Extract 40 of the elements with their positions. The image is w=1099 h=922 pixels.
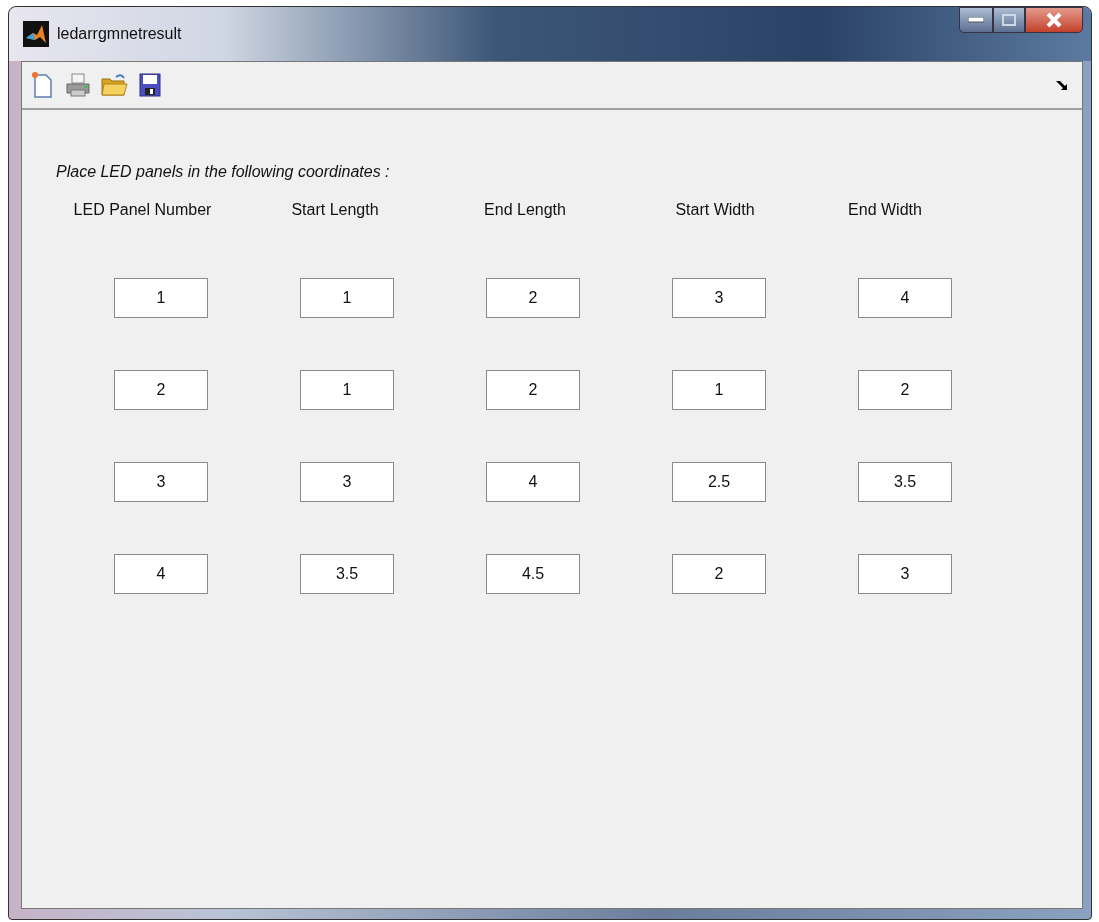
arrow-icon (1055, 79, 1069, 91)
value-field[interactable]: 2 (114, 370, 208, 410)
column-header: Start Width (674, 200, 756, 220)
value-field[interactable]: 1 (300, 370, 394, 410)
column-header: End Length (483, 200, 567, 220)
column-header: Start Length (290, 200, 380, 220)
close-button[interactable] (1025, 7, 1083, 33)
new-file-icon (30, 71, 54, 99)
value-field[interactable]: 1 (672, 370, 766, 410)
window-title: ledarrgmnetresult (57, 24, 182, 44)
instruction-text: Place LED panels in the following coordinates : (56, 162, 391, 182)
value-field[interactable]: 1 (300, 278, 394, 318)
value-field[interactable]: 3 (858, 554, 952, 594)
value-field[interactable]: 2 (486, 278, 580, 318)
value-field[interactable]: 4.5 (486, 554, 580, 594)
close-icon (1045, 12, 1063, 28)
value-field[interactable]: 3 (300, 462, 394, 502)
value-field[interactable]: 1 (114, 278, 208, 318)
value-field[interactable]: 2 (858, 370, 952, 410)
value-field[interactable]: 4 (114, 554, 208, 594)
minimize-icon (968, 17, 984, 23)
value-field[interactable]: 2 (486, 370, 580, 410)
value-field[interactable]: 2.5 (672, 462, 766, 502)
value-field[interactable]: 4 (858, 278, 952, 318)
value-field[interactable]: 3.5 (858, 462, 952, 502)
printer-icon (65, 72, 91, 98)
floppy-disk-button[interactable] (136, 70, 164, 100)
column-header: LED Panel Number (72, 200, 213, 220)
folder-icon (100, 72, 128, 98)
value-field[interactable]: 2 (672, 554, 766, 594)
value-field[interactable]: 3 (114, 462, 208, 502)
app-icon (23, 21, 49, 47)
column-header: End Width (847, 200, 923, 220)
maximize-icon (1002, 14, 1016, 26)
value-field[interactable]: 4 (486, 462, 580, 502)
printer-button[interactable] (64, 70, 92, 100)
maximize-button[interactable] (993, 7, 1025, 33)
minimize-button[interactable] (959, 7, 993, 33)
value-field[interactable]: 3 (672, 278, 766, 318)
value-field[interactable]: 3.5 (300, 554, 394, 594)
